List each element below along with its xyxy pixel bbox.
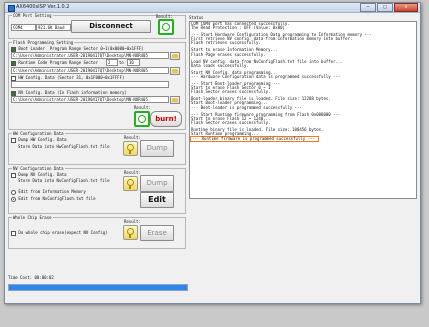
boot-loader-label: Boot Loader [18,46,45,51]
status-log-line: --- Runtime firmware is programmed succe… [190,136,319,143]
hw-store-text: Store Data into HwConfigFlash.txt file [18,144,110,149]
baud-rate-select[interactable]: 921.6K Baud [36,24,71,31]
status-panel: Status COM COM4 port has connected succe… [189,15,417,199]
erase-key-icon [123,225,138,240]
flash-group: Flash Programming Setting Boot Loader Pr… [8,40,186,130]
erase-checkbox[interactable] [11,230,16,236]
time-cost: Time Cost: 00:00:02 [8,275,54,280]
status-log[interactable]: COM COM4 port has connected successfully… [189,21,417,199]
hw-key-icon [123,141,138,156]
erase-label: Do whole chip erase(expect NV Config) [18,230,108,235]
flash-group-title: Flash Programming Setting [12,40,75,45]
hw-config-group-title: HW Configuration Data [12,131,65,136]
flash-result-ok-icon [134,111,150,127]
boot-loader-range: Program Range Sector 0~1(0x0000~0x1FFF) [49,46,144,51]
hw-result-label: Result: [124,135,141,140]
erase-row: Do whole chip erase(expect NV Config) [11,230,108,236]
nv-config-checkbox[interactable] [11,90,16,96]
nv-config-group-title: NV Configuration Data [12,166,65,171]
erase-group-title: Whole Chip Erase [12,215,53,220]
edit-from-file-radio[interactable] [11,196,16,202]
disconnect-button[interactable]: Disconnect [71,20,151,33]
app-icon [8,5,15,12]
nv-dump-label: Dump NV Config. Data [18,172,67,177]
erase-group: Whole Chip Erase Do whole chip erase(exp… [8,215,186,249]
left-panel: COM Port Setting COM4 921.6K Baud Discon… [8,13,186,252]
edit-from-file-label: Edit from NvConfigFlash.txt file [18,196,96,201]
edit-from-memory-label: Edit from Information Memory [18,189,86,194]
hw-config-row: HW Config. Data (Sector 31, 0x1F000~0x1F… [11,75,124,81]
runtime-to-input[interactable]: 30 [127,59,140,66]
hw-config-checkbox[interactable] [11,75,16,81]
nv-config-row: NV Config. Data (In Flash information me… [11,90,127,96]
edit-from-memory-row: Edit from Information Memory [11,189,86,195]
maximize-button[interactable]: □ [377,3,393,12]
hw-dump-button[interactable]: Dump [140,140,174,157]
hw-config-label: HW Config. Data (Sector 31, 0x1F000~0x1F… [18,75,125,80]
runtime-browse-icon[interactable] [170,67,180,75]
nv-edit-button[interactable]: Edit [140,192,174,208]
burn-button[interactable]: burn! [150,111,182,127]
runtime-range-prefix: Program Range Sector [49,60,98,65]
runtime-to-word: to [119,60,124,65]
nv-config-path[interactable]: C:\Users\Administrator.USER-20190417QT\D… [11,96,169,103]
close-button[interactable]: ✕ [394,3,418,12]
nv-dump-row: Dump NV Config. Data [11,172,67,178]
nv-dump-button[interactable]: Dump [140,175,174,192]
edit-from-memory-radio[interactable] [11,189,16,195]
boot-loader-row: Boot Loader Program Range Sector 0~1(0x0… [11,46,144,52]
progress-fill [9,285,187,290]
nv-config-browse-icon[interactable] [170,96,180,104]
hw-dump-row: Dump HW Config. Data [11,137,67,143]
nv-config-label: NV Config. Data (In Flash information me… [18,90,127,95]
com-port-select[interactable]: COM4 [11,24,36,31]
erase-button[interactable]: Erase [140,225,174,241]
app-window: AX6400sISP Ver.1.0.2 – □ ✕ COM Port Sett… [4,2,421,304]
com-result-ok-icon [158,19,174,35]
runtime-row: Runtime Code Program Range Sector [11,60,98,66]
com-port-group-title: COM Port Setting [12,13,53,18]
hw-dump-checkbox[interactable] [11,137,16,143]
nv-key-icon [123,176,138,191]
boot-loader-browse-icon[interactable] [170,52,180,60]
nv-dump-checkbox[interactable] [11,172,16,178]
erase-result-label: Result: [124,219,141,224]
runtime-from-input[interactable]: 2 [106,59,118,66]
status-title: Status [189,15,204,20]
runtime-checkbox[interactable] [11,60,16,66]
progress-bar [8,284,188,291]
boot-loader-checkbox[interactable] [11,46,16,52]
com-port-group: COM Port Setting COM4 921.6K Baud Discon… [8,13,186,39]
hw-config-path[interactable] [11,81,169,88]
title-bar: AX6400sISP Ver.1.0.2 – □ ✕ [5,3,420,13]
nv-config-group: NV Configuration Data Dump NV Config. Da… [8,166,186,214]
boot-loader-path[interactable]: C:\Users\Administrator.USER-20190417QT\D… [11,52,169,59]
hw-config-group: HW Configuration Data Dump HW Config. Da… [8,131,186,165]
runtime-label: Runtime Code [18,60,48,65]
nv-store-text: Store Data into NvConfigFlash.txt file [18,178,110,183]
nv-result-label: Result: [124,170,141,175]
runtime-path[interactable]: C:\Users\Administrator.USER-20190417QT\D… [11,67,169,74]
minimize-button[interactable]: – [360,3,376,12]
hw-dump-label: Dump HW Config. Data [18,137,67,142]
edit-from-file-row: Edit from NvConfigFlash.txt file [11,196,95,202]
flash-result-label: Result: [134,105,151,110]
window-title: AX6400sISP Ver.1.0.2 [16,4,70,10]
